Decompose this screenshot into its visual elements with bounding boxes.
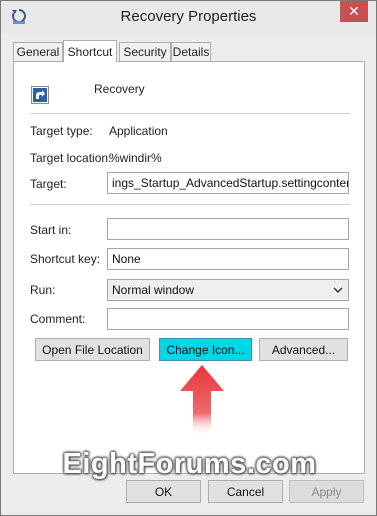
red-pointer-arrow-icon bbox=[180, 365, 224, 434]
run-label: Run: bbox=[30, 283, 56, 297]
recovery-properties-dialog: Recovery Properties ✕ General Shortcut S… bbox=[0, 0, 377, 516]
target-location-label: Target location: bbox=[30, 151, 112, 165]
target-input[interactable]: ings_Startup_AdvancedStartup.settingcont… bbox=[107, 172, 349, 194]
tab-details[interactable]: Details bbox=[171, 42, 211, 61]
watermark: EightForums.com bbox=[62, 448, 317, 480]
shortcut-key-input[interactable]: None bbox=[107, 248, 349, 270]
tab-security[interactable]: Security bbox=[119, 42, 171, 61]
open-file-location-button[interactable]: Open File Location bbox=[35, 338, 150, 361]
run-select[interactable]: Normal window bbox=[107, 279, 349, 301]
target-location-value: %windir% bbox=[109, 151, 162, 165]
advanced-button[interactable]: Advanced... bbox=[259, 338, 348, 361]
tab-general[interactable]: General bbox=[13, 42, 63, 61]
comment-label: Comment: bbox=[30, 312, 86, 326]
target-label: Target: bbox=[30, 177, 67, 191]
close-button[interactable]: ✕ bbox=[340, 1, 368, 22]
start-in-input[interactable] bbox=[107, 218, 349, 240]
title-bar: Recovery Properties ✕ bbox=[1, 1, 376, 33]
shortcut-key-label: Shortcut key: bbox=[30, 252, 101, 266]
change-icon-button[interactable]: Change Icon... bbox=[159, 338, 252, 361]
shortcut-name: Recovery bbox=[94, 82, 145, 96]
chevron-down-icon bbox=[333, 287, 343, 293]
target-type-label: Target type: bbox=[30, 124, 93, 138]
cancel-button[interactable]: Cancel bbox=[208, 480, 283, 503]
comment-input[interactable] bbox=[107, 308, 349, 330]
window-title: Recovery Properties bbox=[120, 8, 257, 25]
tab-shortcut[interactable]: Shortcut bbox=[63, 40, 117, 62]
divider bbox=[30, 113, 350, 114]
apply-button[interactable]: Apply bbox=[289, 480, 364, 503]
divider bbox=[30, 204, 350, 205]
shortcut-arrow-icon bbox=[31, 86, 49, 104]
start-in-label: Start in: bbox=[30, 223, 72, 237]
run-select-value: Normal window bbox=[112, 283, 195, 297]
target-type-value: Application bbox=[109, 124, 168, 138]
ok-button[interactable]: OK bbox=[126, 480, 201, 503]
